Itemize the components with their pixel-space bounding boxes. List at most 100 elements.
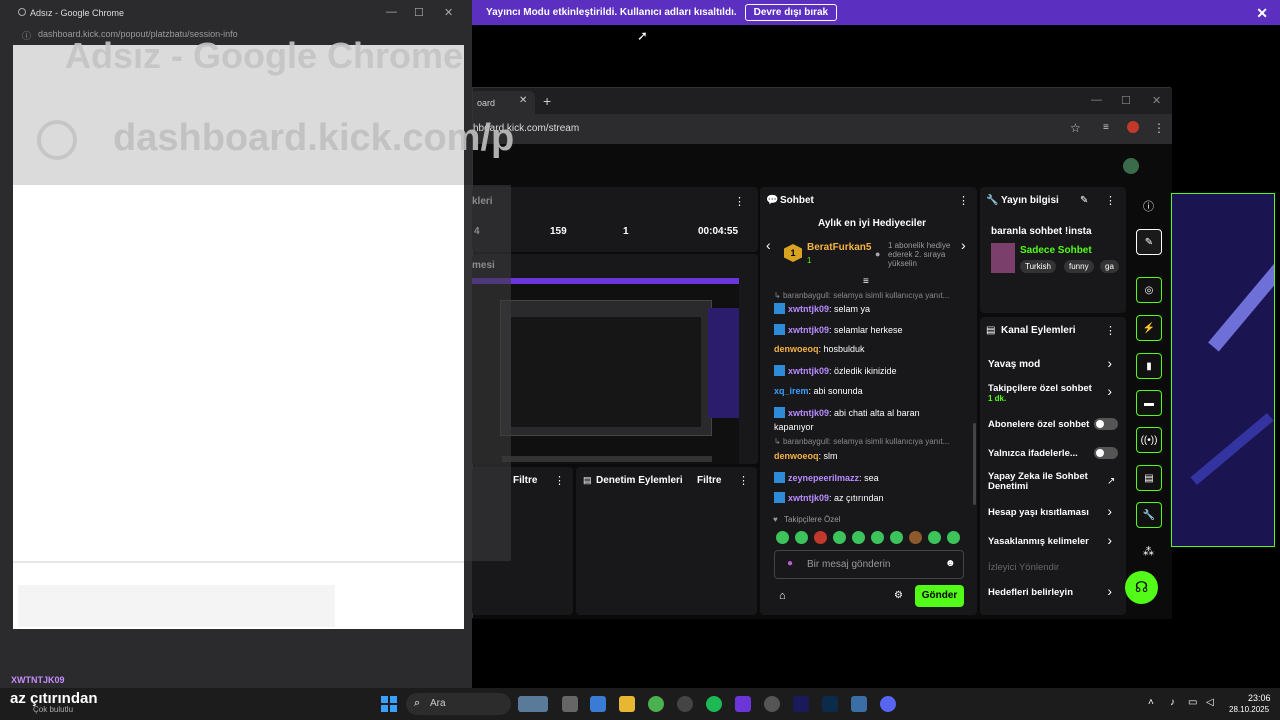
- chat-message[interactable]: xq_irem: abi sonunda: [774, 386, 863, 396]
- chat-message[interactable]: zeynepeerilmazz: sea: [774, 472, 879, 483]
- emote-icon[interactable]: [852, 531, 865, 544]
- search-highlight-icon[interactable]: [518, 696, 548, 712]
- events-menu-icon[interactable]: ⋮: [554, 474, 565, 487]
- followers-only-item[interactable]: Takipçilere özel sohbet 1 dk. ›: [980, 381, 1126, 407]
- account-age-item[interactable]: Hesap yaşı kısıtlaması ›: [980, 503, 1126, 523]
- filter-button[interactable]: Filtre: [513, 475, 537, 486]
- store-app-icon[interactable]: [590, 696, 606, 712]
- chat-username[interactable]: xwtntjk09: [788, 408, 829, 418]
- clock-time[interactable]: 23:06: [1248, 693, 1271, 703]
- emote-icon[interactable]: [928, 531, 941, 544]
- category-thumbnail[interactable]: [991, 243, 1015, 273]
- top-gifter-name[interactable]: BeratFurkan5: [807, 242, 871, 253]
- popout-input-area[interactable]: [18, 585, 335, 627]
- chat-message[interactable]: xwtntjk09: abi chati alta al baran kapan…: [774, 406, 934, 434]
- chat-settings-gear-icon[interactable]: ⚙: [894, 590, 903, 601]
- stream-tag[interactable]: ga: [1100, 260, 1119, 273]
- prev-arrow-icon[interactable]: ‹: [766, 237, 771, 253]
- tab-close-icon[interactable]: ✕: [519, 95, 527, 106]
- edit-rail-icon[interactable]: ✎: [1136, 229, 1162, 255]
- app-b-icon[interactable]: [735, 696, 751, 712]
- chat-username[interactable]: xwtntjk09: [788, 366, 829, 376]
- bookmark-star-icon[interactable]: ☆: [1070, 121, 1081, 135]
- stream-tag[interactable]: Turkish: [1020, 260, 1056, 273]
- taskbar-search[interactable]: ⌕ Ara: [406, 693, 511, 715]
- disable-streamer-mode-button[interactable]: Devre dışı bırak: [744, 4, 838, 21]
- stream-category[interactable]: Sadece Sohbet: [1020, 245, 1092, 256]
- chat-username[interactable]: denwoeoq: [774, 451, 819, 461]
- app-settings-icon[interactable]: [851, 696, 867, 712]
- maximize-button[interactable]: ☐: [1121, 94, 1131, 107]
- support-headset-button[interactable]: ☊: [1125, 571, 1158, 604]
- info-icon[interactable]: ⓘ: [1143, 198, 1154, 214]
- stream-preview-video[interactable]: [472, 278, 739, 464]
- browser-menu-icon[interactable]: ⋮: [1153, 121, 1165, 135]
- clock-date[interactable]: 28.10.2025: [1229, 705, 1269, 714]
- emote-icon[interactable]: [890, 531, 903, 544]
- emote-icon[interactable]: [833, 531, 846, 544]
- chat-menu-icon[interactable]: ⋮: [958, 194, 969, 207]
- camera-rail-icon[interactable]: ◎: [1136, 277, 1162, 303]
- pin-collapse-icon[interactable]: ≡: [863, 276, 869, 287]
- chat-message[interactable]: denwoeoq: hosbulduk: [774, 344, 865, 354]
- tray-chevron-icon[interactable]: ˄: [1148, 697, 1154, 708]
- chat-message[interactable]: xwtntjk09: özledik ikinizide: [774, 365, 897, 376]
- media-controls-icon[interactable]: ≡: [1103, 122, 1109, 133]
- edit-pencil-icon[interactable]: ✎: [1080, 195, 1088, 206]
- new-tab-button[interactable]: +: [543, 93, 551, 109]
- emote-icon[interactable]: [947, 531, 960, 544]
- chat-username[interactable]: denwoeoq: [774, 344, 819, 354]
- chat-username[interactable]: xq_irem: [774, 386, 809, 396]
- banner-close-icon[interactable]: ✕: [1256, 5, 1268, 22]
- document-rail-icon[interactable]: ▮: [1136, 353, 1162, 379]
- windows-start-icon[interactable]: [381, 696, 397, 712]
- popout-minimize-button[interactable]: —: [386, 6, 397, 18]
- store-icon[interactable]: ⌂: [779, 590, 786, 602]
- spotify-icon[interactable]: [706, 696, 722, 712]
- chatgpt-icon[interactable]: [677, 696, 693, 712]
- emoji-icon[interactable]: ☻: [945, 558, 956, 569]
- chat-input[interactable]: ● Bir mesaj gönderin ☻: [774, 550, 964, 579]
- set-goals-item[interactable]: Hedefleri belirleyin ›: [980, 583, 1126, 603]
- emotes-only-toggle[interactable]: [1094, 447, 1118, 459]
- volume-icon[interactable]: ◁: [1206, 697, 1214, 708]
- chat-rail-icon[interactable]: ▬: [1136, 390, 1162, 416]
- stream-info-menu-icon[interactable]: ⋮: [1105, 194, 1116, 207]
- stream-tag[interactable]: funny: [1064, 260, 1094, 273]
- subscribers-only-toggle[interactable]: [1094, 418, 1118, 430]
- chat-username[interactable]: xwtntjk09: [788, 325, 829, 335]
- broadcast-rail-icon[interactable]: ((•)): [1136, 427, 1162, 453]
- slow-mode-item[interactable]: Yavaş mod ›: [980, 355, 1126, 375]
- close-window-button[interactable]: ✕: [1152, 94, 1161, 107]
- next-arrow-icon[interactable]: ›: [961, 237, 966, 253]
- site-info-icon[interactable]: ⓘ: [22, 29, 31, 42]
- emote-icon[interactable]: [871, 531, 884, 544]
- lightning-rail-icon[interactable]: ⚡: [1136, 315, 1162, 341]
- stats-menu-icon[interactable]: ⋮: [734, 195, 745, 208]
- moderation-filter-button[interactable]: Filtre: [697, 475, 721, 486]
- wrench-rail-icon[interactable]: 🔧: [1136, 502, 1162, 528]
- discord-icon[interactable]: [880, 696, 896, 712]
- network-icon[interactable]: ▭: [1188, 697, 1197, 708]
- chat-message[interactable]: xwtntjk09: selam ya: [774, 303, 870, 314]
- chat-username[interactable]: zeynepeerilmazz: [788, 473, 859, 483]
- layout-rail-icon[interactable]: ▤: [1136, 465, 1162, 491]
- task-view-icon[interactable]: [562, 696, 578, 712]
- photoshop-icon[interactable]: [822, 696, 838, 712]
- emote-icon[interactable]: [814, 531, 827, 544]
- address-bar[interactable]: hboard.kick.com/stream ☆ ≡ ⋮: [473, 114, 1172, 144]
- user-avatar[interactable]: [1123, 158, 1139, 174]
- file-explorer-icon[interactable]: [619, 696, 635, 712]
- apps-icon[interactable]: ⁂: [1143, 545, 1154, 558]
- emote-icon[interactable]: [909, 531, 922, 544]
- chat-message[interactable]: xwtntjk09: selamlar herkese: [774, 324, 903, 335]
- profile-avatar[interactable]: [1127, 121, 1139, 133]
- emote-icon[interactable]: [795, 531, 808, 544]
- chat-scrollbar[interactable]: [973, 423, 976, 505]
- premiere-icon[interactable]: [793, 696, 809, 712]
- chrome-icon[interactable]: [648, 696, 664, 712]
- chat-message[interactable]: denwoeoq: slm: [774, 451, 838, 461]
- minimize-button[interactable]: —: [1091, 94, 1102, 106]
- banned-words-item[interactable]: Yasaklanmış kelimeler ›: [980, 532, 1126, 552]
- chat-username[interactable]: xwtntjk09: [788, 304, 829, 314]
